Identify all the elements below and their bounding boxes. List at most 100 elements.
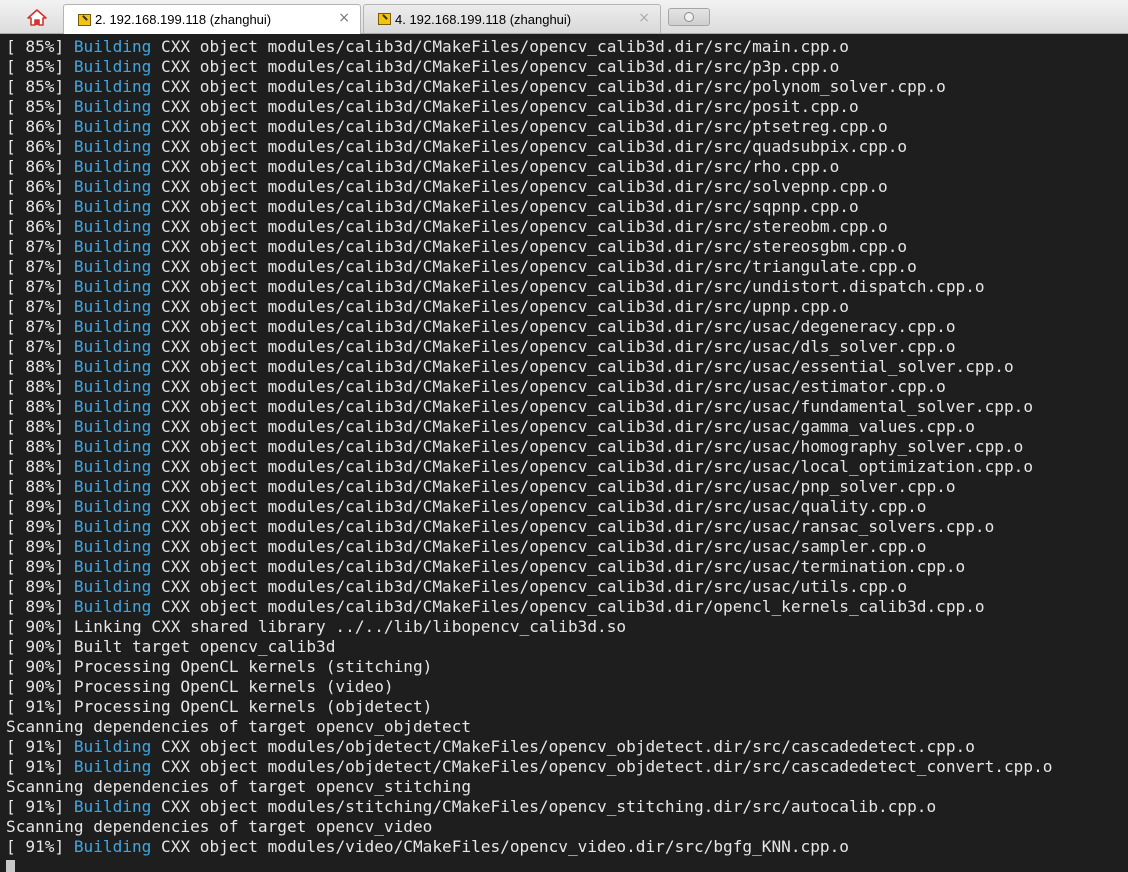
line-text: [ 87%]	[6, 337, 74, 356]
build-keyword: Building	[73, 577, 152, 596]
terminal-line: [ 89%] Building CXX object modules/calib…	[6, 537, 1128, 557]
line-text: [ 90%] Built target opencv_calib3d	[6, 637, 336, 656]
build-keyword: Building	[73, 757, 152, 776]
line-text: [ 90%] Linking CXX shared library ../../…	[6, 617, 627, 636]
line-text: CXX object modules/calib3d/CMakeFiles/op…	[151, 77, 946, 96]
line-text: [ 88%]	[6, 357, 74, 376]
line-text: CXX object modules/calib3d/CMakeFiles/op…	[151, 57, 840, 76]
terminal-line: [ 88%] Building CXX object modules/calib…	[6, 397, 1128, 417]
line-text: CXX object modules/calib3d/CMakeFiles/op…	[151, 137, 908, 156]
line-text: CXX object modules/video/CMakeFiles/open…	[151, 837, 849, 856]
terminal-line: [ 89%] Building CXX object modules/calib…	[6, 517, 1128, 537]
terminal-line: [ 87%] Building CXX object modules/calib…	[6, 237, 1128, 257]
build-keyword: Building	[73, 57, 152, 76]
line-text: [ 89%]	[6, 517, 74, 536]
line-text: [ 89%]	[6, 497, 74, 516]
line-text: [ 86%]	[6, 197, 74, 216]
build-keyword: Building	[73, 477, 152, 496]
line-text: [ 90%] Processing OpenCL kernels (video)	[6, 677, 394, 696]
line-text: CXX object modules/objdetect/CMakeFiles/…	[151, 757, 1053, 776]
terminal-session-icon	[78, 13, 91, 26]
terminal-line: [ 87%] Building CXX object modules/calib…	[6, 257, 1128, 277]
line-text: [ 86%]	[6, 157, 74, 176]
line-text: [ 91%]	[6, 757, 74, 776]
terminal-line: [ 86%] Building CXX object modules/calib…	[6, 157, 1128, 177]
line-text: CXX object modules/calib3d/CMakeFiles/op…	[151, 157, 840, 176]
line-text: [ 87%]	[6, 277, 74, 296]
build-keyword: Building	[73, 237, 152, 256]
line-text: [ 86%]	[6, 177, 74, 196]
line-text: CXX object modules/calib3d/CMakeFiles/op…	[151, 517, 995, 536]
build-keyword: Building	[73, 537, 152, 556]
build-keyword: Building	[73, 557, 152, 576]
terminal-line: [ 89%] Building CXX object modules/calib…	[6, 597, 1128, 617]
build-keyword: Building	[73, 377, 152, 396]
line-text: [ 90%] Processing OpenCL kernels (stitch…	[6, 657, 433, 676]
line-text: CXX object modules/calib3d/CMakeFiles/op…	[151, 437, 1024, 456]
terminal-line: [ 91%] Building CXX object modules/objde…	[6, 757, 1128, 777]
terminal-line: Scanning dependencies of target opencv_o…	[6, 717, 1128, 737]
line-text: CXX object modules/calib3d/CMakeFiles/op…	[151, 477, 956, 496]
home-button[interactable]	[20, 6, 54, 28]
line-text: CXX object modules/calib3d/CMakeFiles/op…	[151, 257, 917, 276]
tab-session-4[interactable]: 4. 192.168.199.118 (zhanghui) ×	[363, 4, 661, 33]
terminal-line: [ 86%] Building CXX object modules/calib…	[6, 217, 1128, 237]
build-keyword: Building	[73, 157, 152, 176]
line-text: [ 87%]	[6, 317, 74, 336]
close-icon[interactable]: ×	[638, 10, 650, 26]
terminal-line: [ 89%] Building CXX object modules/calib…	[6, 557, 1128, 577]
terminal-line: [ 91%] Building CXX object modules/objde…	[6, 737, 1128, 757]
line-text: CXX object modules/calib3d/CMakeFiles/op…	[151, 377, 946, 396]
line-text: CXX object modules/stitching/CMakeFiles/…	[151, 797, 937, 816]
line-text: CXX object modules/calib3d/CMakeFiles/op…	[151, 417, 975, 436]
line-text: CXX object modules/calib3d/CMakeFiles/op…	[151, 597, 985, 616]
line-text: [ 89%]	[6, 557, 74, 576]
line-text: [ 88%]	[6, 437, 74, 456]
prompt-line	[6, 857, 1128, 872]
terminal-line: [ 91%] Building CXX object modules/stitc…	[6, 797, 1128, 817]
line-text: CXX object modules/calib3d/CMakeFiles/op…	[151, 97, 859, 116]
terminal-line: [ 85%] Building CXX object modules/calib…	[6, 77, 1128, 97]
line-text: CXX object modules/calib3d/CMakeFiles/op…	[151, 117, 888, 136]
terminal-line: [ 90%] Processing OpenCL kernels (video)	[6, 677, 1128, 697]
tab-session-2[interactable]: 2. 192.168.199.118 (zhanghui) ×	[63, 4, 361, 34]
terminal-line: [ 88%] Building CXX object modules/calib…	[6, 377, 1128, 397]
terminal-line: [ 88%] Building CXX object modules/calib…	[6, 357, 1128, 377]
line-text: [ 86%]	[6, 117, 74, 136]
build-keyword: Building	[73, 397, 152, 416]
new-tab-button[interactable]	[668, 8, 710, 26]
tab-bar: 2. 192.168.199.118 (zhanghui) × 4. 192.1…	[0, 0, 1128, 34]
close-icon[interactable]: ×	[338, 10, 350, 26]
build-keyword: Building	[73, 257, 152, 276]
build-keyword: Building	[73, 457, 152, 476]
tab-label: 2. 192.168.199.118 (zhanghui)	[95, 12, 272, 27]
build-keyword: Building	[73, 97, 152, 116]
line-text: CXX object modules/calib3d/CMakeFiles/op…	[151, 497, 927, 516]
line-text: [ 89%]	[6, 577, 74, 596]
line-text: [ 87%]	[6, 237, 74, 256]
line-text: [ 91%]	[6, 737, 74, 756]
line-text: [ 87%]	[6, 257, 74, 276]
line-text: [ 88%]	[6, 417, 74, 436]
build-keyword: Building	[73, 177, 152, 196]
line-text: [ 88%]	[6, 397, 74, 416]
line-text: Scanning dependencies of target opencv_v…	[6, 817, 433, 836]
build-keyword: Building	[73, 117, 152, 136]
build-keyword: Building	[73, 77, 152, 96]
terminal-line: [ 88%] Building CXX object modules/calib…	[6, 477, 1128, 497]
terminal-line: [ 90%] Linking CXX shared library ../../…	[6, 617, 1128, 637]
line-text: CXX object modules/calib3d/CMakeFiles/op…	[151, 397, 1034, 416]
home-icon	[27, 9, 47, 26]
terminal-output[interactable]: [ 85%] Building CXX object modules/calib…	[0, 34, 1128, 872]
line-text: CXX object modules/calib3d/CMakeFiles/op…	[151, 217, 888, 236]
build-keyword: Building	[73, 597, 152, 616]
terminal-line: [ 86%] Building CXX object modules/calib…	[6, 177, 1128, 197]
terminal-line: [ 88%] Building CXX object modules/calib…	[6, 437, 1128, 457]
terminal-line: [ 86%] Building CXX object modules/calib…	[6, 117, 1128, 137]
terminal-line: Scanning dependencies of target opencv_v…	[6, 817, 1128, 837]
build-keyword: Building	[73, 417, 152, 436]
line-text: [ 85%]	[6, 97, 74, 116]
line-text: [ 88%]	[6, 477, 74, 496]
terminal-line: [ 86%] Building CXX object modules/calib…	[6, 137, 1128, 157]
line-text: CXX object modules/calib3d/CMakeFiles/op…	[151, 557, 966, 576]
